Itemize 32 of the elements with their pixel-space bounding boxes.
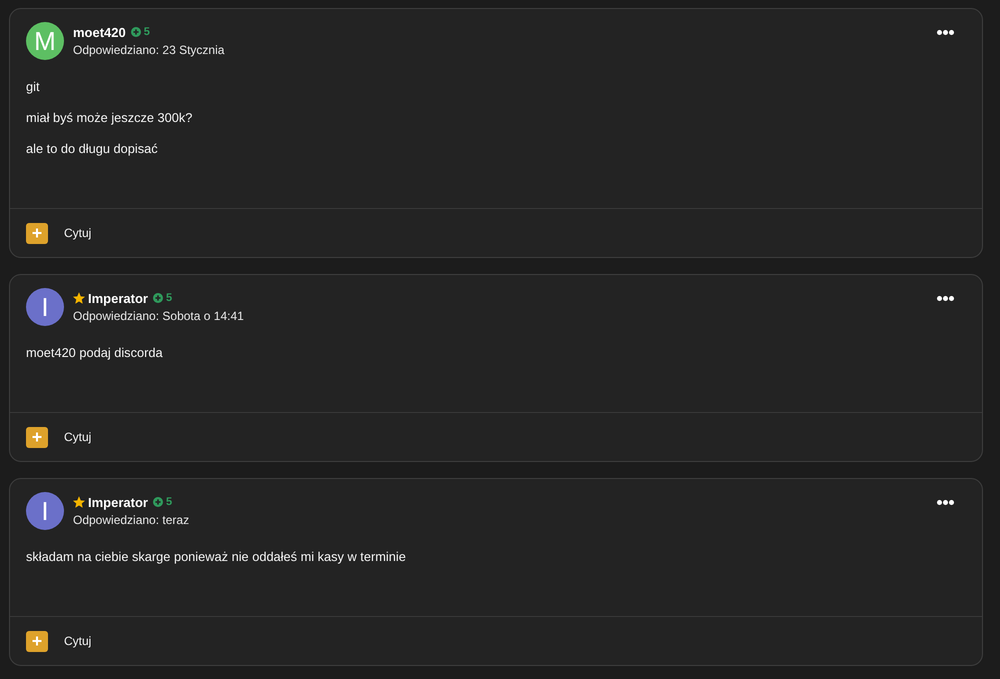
plus-button[interactable] [26,222,48,244]
ellipsis-icon [937,500,954,505]
plus-circle-icon [152,293,163,303]
post-text: ale to do długu dopisać [26,140,159,158]
username[interactable]: moet420 [73,24,126,40]
username[interactable]: Imperator [88,290,148,306]
username[interactable]: Imperator [88,494,148,510]
post-text: moet420 podaj discorda [26,344,164,362]
reply-date: Odpowiedziano: 23 Stycznia [73,43,226,58]
reply-date: Odpowiedziano: teraz [73,513,190,528]
plus-icon [32,432,42,442]
post-text: składam na ciebie skarge ponieważ nie oddałeś mi kasy w terminie [26,548,407,566]
plus-button[interactable] [26,426,48,448]
plus-button[interactable] [26,630,48,652]
quote-button[interactable]: Cytuj [64,226,92,240]
reply-date: Odpowiedziano: Sobota o 14:41 [73,309,245,324]
plus-icon [32,636,42,646]
avatar: I [26,492,64,530]
post-text: git [26,78,41,96]
ellipsis-icon [937,30,954,35]
reputation-count: 5 [144,26,150,38]
ellipsis-icon [937,296,954,301]
avatar: M [26,22,64,60]
quote-button[interactable]: Cytuj [64,634,92,648]
reputation-count: 5 [166,496,172,508]
post-text: miał byś może jeszcze 300k? [26,109,194,127]
plus-icon [32,228,42,238]
avatar: I [26,288,64,326]
plus-circle-icon [152,497,163,507]
plus-circle-icon [130,27,141,37]
quote-button[interactable]: Cytuj [64,430,92,444]
reputation-count: 5 [166,292,172,304]
